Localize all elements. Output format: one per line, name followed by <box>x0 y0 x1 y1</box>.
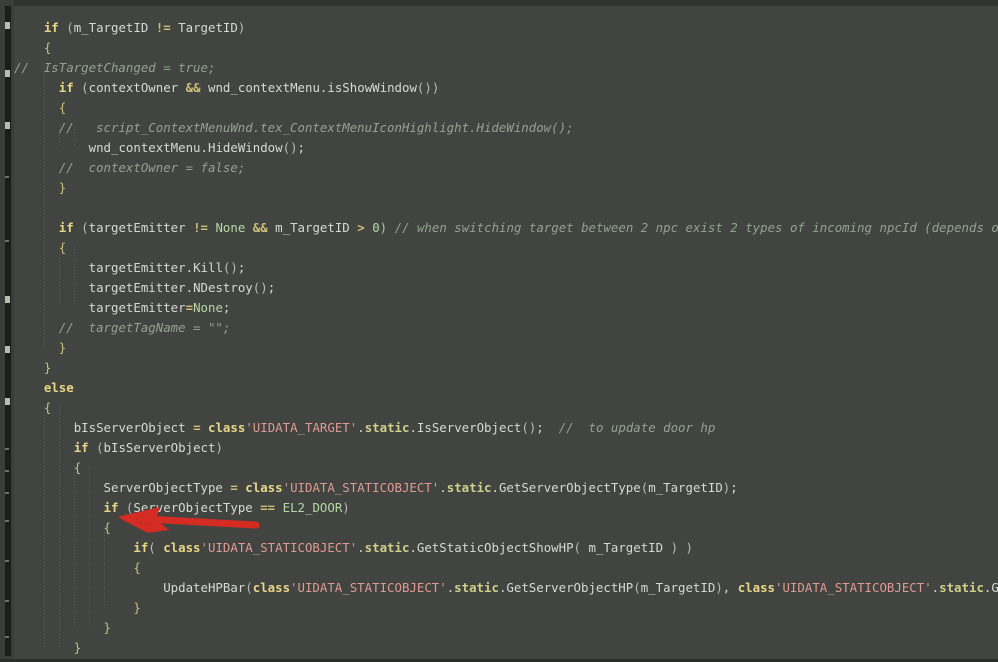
code-line[interactable]: { <box>14 518 998 538</box>
code-line[interactable]: targetEmitter.NDestroy(); <box>14 278 998 298</box>
gutter-marker[interactable] <box>5 22 10 29</box>
gutter-marker[interactable] <box>5 296 10 303</box>
code-line[interactable]: } <box>14 178 998 198</box>
indent-guide <box>43 66 45 346</box>
gutter-tick <box>5 240 9 242</box>
code-line[interactable] <box>14 198 998 218</box>
code-line[interactable]: if (m_TargetID != TargetID) <box>14 18 998 38</box>
gutter-tick <box>5 492 9 494</box>
gutter-tick <box>5 600 9 602</box>
indent-guide <box>43 406 45 646</box>
code-line[interactable]: { <box>14 558 998 578</box>
code-line[interactable]: { <box>14 238 998 258</box>
code-line[interactable]: } <box>14 598 998 618</box>
code-line[interactable]: wnd_contextMenu.HideWindow(); <box>14 138 998 158</box>
indent-guide <box>73 466 75 626</box>
code-line[interactable]: { <box>14 38 998 58</box>
code-line[interactable]: if (bIsServerObject) <box>14 438 998 458</box>
gutter-marker[interactable] <box>5 398 10 405</box>
code-line[interactable]: // script_ContextMenuWnd.tex_ContextMenu… <box>14 118 998 138</box>
indent-guide <box>73 246 75 306</box>
code-line[interactable]: } <box>14 338 998 358</box>
gutter-tick <box>5 470 9 472</box>
indent-guide <box>73 126 75 146</box>
gutter-tick <box>5 448 9 450</box>
code-line[interactable]: targetEmitter=None; <box>14 298 998 318</box>
code-line[interactable]: else <box>14 378 998 398</box>
indent-guide <box>58 246 60 306</box>
code-line[interactable]: // IsTargetChanged = true; <box>14 58 998 78</box>
gutter-marker[interactable] <box>5 122 10 129</box>
code-line[interactable]: if (ServerObjectType == EL2_DOOR) <box>14 498 998 518</box>
code-line[interactable]: { <box>14 398 998 418</box>
code-line[interactable]: } <box>14 618 998 638</box>
gutter-tick <box>5 560 9 562</box>
gutter-marker[interactable] <box>5 70 10 77</box>
gutter-marker[interactable] <box>5 346 10 353</box>
indent-guide <box>88 466 90 626</box>
code-line[interactable]: if( class'UIDATA_STATICOBJECT'.static.Ge… <box>14 538 998 558</box>
source-code[interactable]: if (m_TargetID != TargetID) {// IsTarget… <box>14 18 998 659</box>
gutter-tick <box>5 176 9 178</box>
code-viewport[interactable]: if (m_TargetID != TargetID) {// IsTarget… <box>14 6 998 659</box>
editor-gutter[interactable] <box>0 0 14 662</box>
gutter-marker-track[interactable] <box>5 6 11 656</box>
gutter-tick <box>5 636 9 638</box>
code-line[interactable]: { <box>14 458 998 478</box>
code-line[interactable]: targetEmitter.Kill(); <box>14 258 998 278</box>
code-line[interactable]: if (contextOwner && wnd_contextMenu.isSh… <box>14 78 998 98</box>
code-line[interactable]: bIsServerObject = class'UIDATA_TARGET'.s… <box>14 418 998 438</box>
code-line[interactable]: ServerObjectType = class'UIDATA_STATICOB… <box>14 478 998 498</box>
indent-guide <box>103 526 105 606</box>
code-line[interactable]: } <box>14 358 998 378</box>
code-editor-window: if (m_TargetID != TargetID) {// IsTarget… <box>0 0 998 662</box>
indent-guide <box>58 406 60 646</box>
code-line[interactable]: // contextOwner = false; <box>14 158 998 178</box>
indent-guide <box>58 126 60 146</box>
code-line[interactable]: } <box>14 638 998 658</box>
gutter-tick <box>5 520 9 522</box>
code-line[interactable]: // targetTagName = ""; <box>14 318 998 338</box>
code-line[interactable]: UpdateHPBar(class'UIDATA_STATICOBJECT'.s… <box>14 578 998 598</box>
code-line[interactable]: if (targetEmitter != None && m_TargetID … <box>14 218 998 238</box>
code-line[interactable]: { <box>14 98 998 118</box>
